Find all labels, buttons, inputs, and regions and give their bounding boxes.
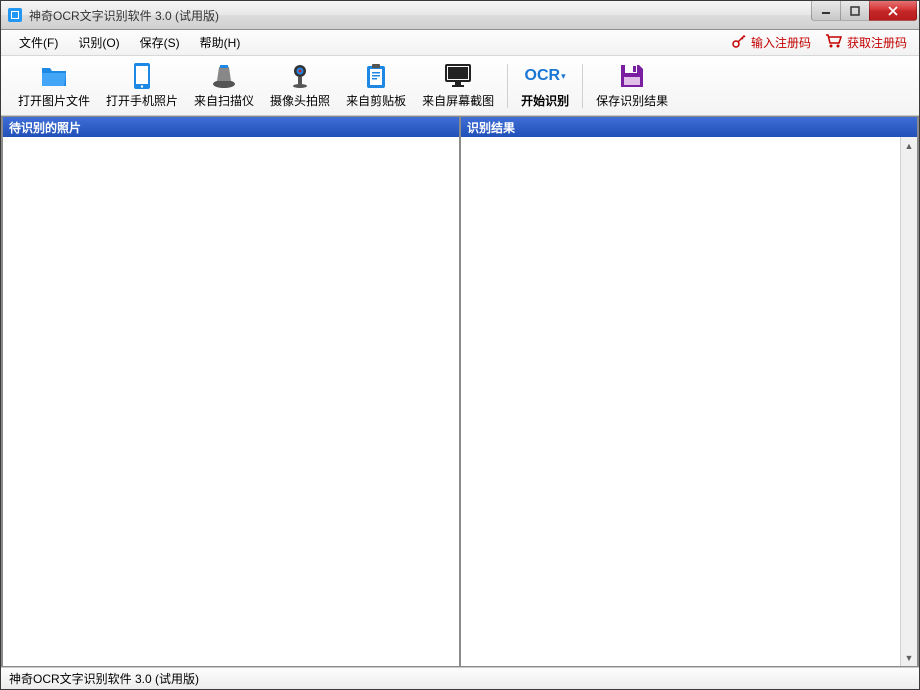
camera-button[interactable]: 摄像头拍照 bbox=[263, 59, 337, 113]
menu-help[interactable]: 帮助(H) bbox=[190, 31, 251, 54]
key-icon bbox=[731, 33, 747, 52]
screenshot-button[interactable]: 来自屏幕截图 bbox=[415, 59, 501, 113]
status-text: 神奇OCR文字识别软件 3.0 (试用版) bbox=[9, 670, 199, 687]
content-area: 待识别的照片 识别结果 ▲ ▼ bbox=[1, 116, 919, 667]
right-panel-body[interactable]: ▲ ▼ bbox=[461, 137, 900, 666]
toolbar: 打开图片文件 打开手机照片 来自扫描仪 摄像头拍照 来自剪贴板 bbox=[1, 56, 919, 116]
clipboard-label: 来自剪贴板 bbox=[346, 92, 406, 109]
open-phone-label: 打开手机照片 bbox=[106, 92, 178, 109]
folder-icon bbox=[40, 62, 68, 90]
maximize-button[interactable] bbox=[840, 1, 870, 21]
monitor-icon bbox=[444, 62, 472, 90]
right-panel-header: 识别结果 bbox=[461, 117, 917, 137]
close-button[interactable] bbox=[869, 1, 917, 21]
cart-icon bbox=[825, 33, 843, 52]
menu-file[interactable]: 文件(F) bbox=[9, 31, 68, 54]
ocr-icon: OCR▾ bbox=[531, 62, 559, 90]
floppy-icon bbox=[618, 62, 646, 90]
left-panel-body[interactable] bbox=[3, 137, 459, 666]
menu-recognize[interactable]: 识别(O) bbox=[68, 31, 129, 54]
save-result-label: 保存识别结果 bbox=[596, 92, 668, 109]
open-image-label: 打开图片文件 bbox=[18, 92, 90, 109]
open-phone-button[interactable]: 打开手机照片 bbox=[99, 59, 185, 113]
app-window: 神奇OCR文字识别软件 3.0 (试用版) 文件(F) 识别(O) 保存(S) … bbox=[0, 0, 920, 690]
phone-icon bbox=[128, 62, 156, 90]
clipboard-icon bbox=[362, 62, 390, 90]
scroll-track[interactable] bbox=[901, 154, 917, 649]
camera-label: 摄像头拍照 bbox=[270, 92, 330, 109]
status-bar: 神奇OCR文字识别软件 3.0 (试用版) bbox=[1, 667, 919, 689]
toolbar-separator bbox=[507, 64, 508, 108]
scroll-up-icon[interactable]: ▲ bbox=[901, 137, 917, 154]
scanner-icon bbox=[210, 62, 238, 90]
get-license-link[interactable]: 获取注册码 bbox=[821, 31, 911, 54]
left-panel-header: 待识别的照片 bbox=[3, 117, 459, 137]
left-panel: 待识别的照片 bbox=[2, 116, 460, 667]
get-license-label: 获取注册码 bbox=[847, 34, 907, 51]
camera-icon bbox=[286, 62, 314, 90]
window-title: 神奇OCR文字识别软件 3.0 (试用版) bbox=[29, 7, 812, 24]
scanner-label: 来自扫描仪 bbox=[194, 92, 254, 109]
title-bar[interactable]: 神奇OCR文字识别软件 3.0 (试用版) bbox=[1, 1, 919, 30]
vertical-scrollbar[interactable]: ▲ ▼ bbox=[900, 137, 917, 666]
window-controls bbox=[812, 1, 919, 21]
save-result-button[interactable]: 保存识别结果 bbox=[589, 59, 675, 113]
start-ocr-label: 开始识别 bbox=[521, 92, 569, 109]
start-ocr-button[interactable]: OCR▾ 开始识别 bbox=[514, 59, 576, 113]
scroll-down-icon[interactable]: ▼ bbox=[901, 649, 917, 666]
menu-bar: 文件(F) 识别(O) 保存(S) 帮助(H) 输入注册码 获取注册码 bbox=[1, 30, 919, 56]
menu-save[interactable]: 保存(S) bbox=[130, 31, 190, 54]
minimize-button[interactable] bbox=[811, 1, 841, 21]
open-image-button[interactable]: 打开图片文件 bbox=[11, 59, 97, 113]
screenshot-label: 来自屏幕截图 bbox=[422, 92, 494, 109]
clipboard-button[interactable]: 来自剪贴板 bbox=[339, 59, 413, 113]
scanner-button[interactable]: 来自扫描仪 bbox=[187, 59, 261, 113]
enter-license-link[interactable]: 输入注册码 bbox=[727, 31, 815, 54]
app-icon bbox=[7, 7, 23, 23]
enter-license-label: 输入注册码 bbox=[751, 34, 811, 51]
toolbar-separator bbox=[582, 64, 583, 108]
right-panel: 识别结果 ▲ ▼ bbox=[460, 116, 918, 667]
